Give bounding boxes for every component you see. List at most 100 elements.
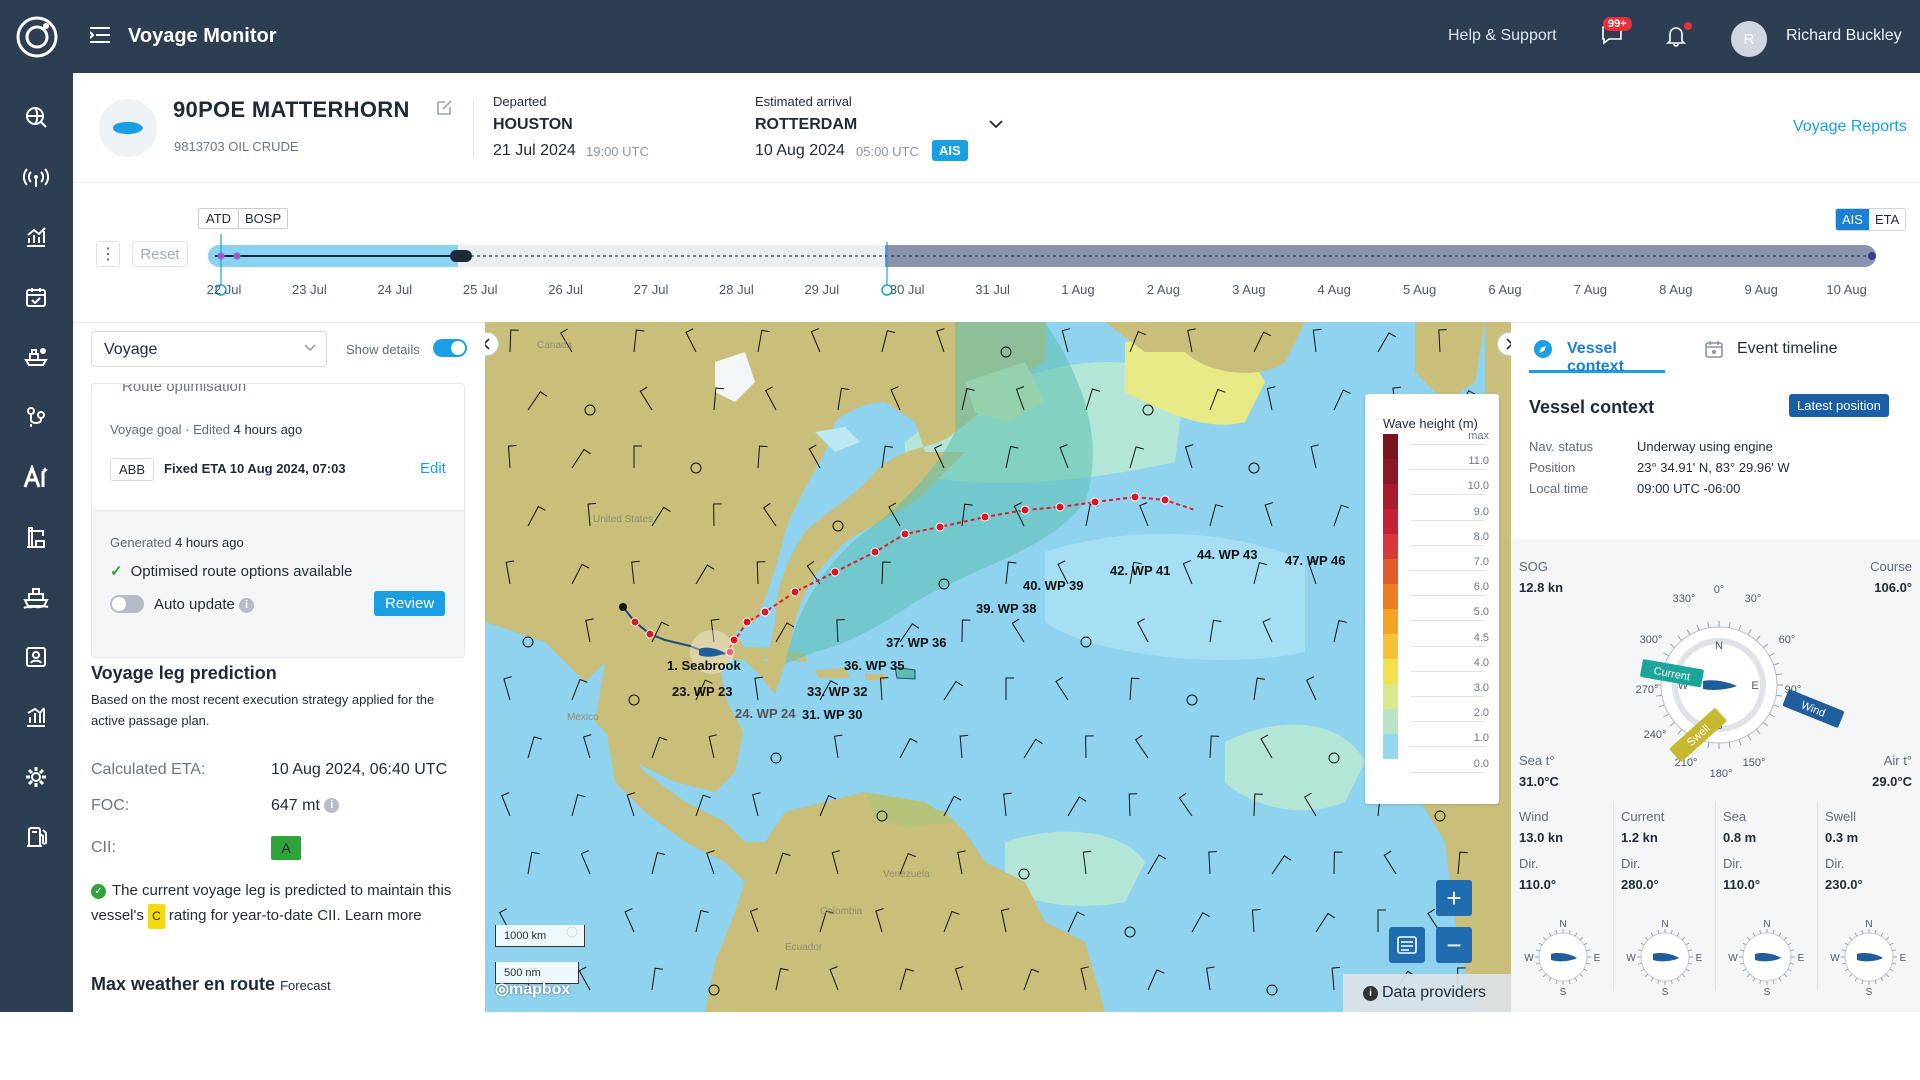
mini-compass: N E S W [1524, 919, 1600, 995]
menu-collapse-icon[interactable] [90, 26, 112, 44]
review-button[interactable]: Review [374, 591, 446, 616]
mini-compass-letter: E [1696, 953, 1703, 964]
wave-height-legend: Wave height (m) max 11.0 10.0 9.0 8.0 7.0 6.0 5… [1365, 394, 1499, 804]
mapbox-text: mapbox [508, 981, 571, 998]
voyage-reports-link[interactable]: Voyage Reports [1793, 118, 1907, 136]
globe-search-icon[interactable] [22, 103, 50, 131]
compass-icon [1534, 340, 1552, 358]
learn-more-link[interactable]: Learn more [345, 907, 422, 924]
voyage-goal-meta: Voyage goal · Edited 4 hours ago [110, 422, 302, 437]
prediction-text-b: rating for year-to-date CII. [168, 907, 341, 924]
compass-tick [1707, 621, 1710, 628]
app-logo[interactable] [0, 0, 73, 73]
condition-dir-label: Dir. [1519, 856, 1539, 871]
info-icon[interactable]: i [239, 597, 255, 613]
waypoint-label[interactable]: 31. WP 30 [802, 707, 862, 722]
legend-swatch [1383, 459, 1398, 484]
waypoint-label[interactable]: 44. WP 43 [1197, 547, 1257, 562]
calendar-check-icon[interactable] [22, 283, 50, 311]
data-providers-button[interactable]: i Data providers [1343, 974, 1511, 1012]
timeline-tick: 26 Jul [548, 282, 583, 297]
waypoint-label[interactable]: 47. WP 46 [1285, 553, 1345, 568]
vessel-imo-type: 9813703 OIL CRUDE [174, 139, 299, 154]
tab-vessel-context[interactable]: Vessel context [1529, 323, 1665, 375]
condition-label: Swell [1825, 809, 1857, 824]
vessel-avatar [99, 99, 157, 157]
ai-icon[interactable] [22, 463, 50, 491]
legend-swatch [1383, 509, 1398, 534]
mini-compass-letter: W [1626, 953, 1636, 964]
waypoint-label[interactable]: 40. WP 39 [1023, 578, 1083, 593]
legend-label: 4.0 [1473, 656, 1489, 669]
compass-deg-270: 270° [1636, 684, 1659, 696]
mapbox-attribution[interactable]: ◎mapbox [495, 979, 570, 999]
compass-tick [1663, 713, 1670, 718]
bell-icon[interactable] [1666, 25, 1686, 47]
layers-icon [1397, 936, 1417, 954]
bar-chart-icon[interactable] [22, 703, 50, 731]
waypoint-label[interactable]: 33. WP 32 [807, 684, 867, 699]
settings-icon[interactable] [22, 763, 50, 791]
broadcast-icon[interactable] [22, 163, 50, 191]
chevron-down-icon[interactable] [989, 119, 1003, 129]
position-value: 23° 34.91' N, 83° 29.96' W [1637, 460, 1790, 475]
logo-icon [16, 16, 57, 57]
latest-position-button[interactable]: Latest position [1789, 394, 1889, 417]
info-icon[interactable]: i [324, 798, 340, 814]
user-name[interactable]: Richard Buckley [1786, 27, 1902, 45]
fuel-icon[interactable] [22, 823, 50, 851]
ship-icon[interactable] [22, 583, 50, 611]
column-divider [1613, 801, 1614, 991]
analytics-icon[interactable] [22, 223, 50, 251]
legend-gridline [1410, 595, 1485, 597]
compass-tick [1773, 662, 1780, 666]
map-canvas[interactable] [485, 322, 1511, 1012]
legend-swatch [1383, 584, 1398, 609]
legend-swatch [1383, 684, 1398, 709]
waypoint-label[interactable]: 37. WP 36 [886, 635, 946, 650]
view-select-value: Voyage [104, 341, 158, 358]
contact-card-icon[interactable] [22, 643, 50, 671]
side-nav [0, 73, 73, 1012]
view-select[interactable]: Voyage [91, 331, 327, 367]
compass-tick [1763, 643, 1769, 649]
edit-icon[interactable] [435, 99, 453, 117]
waypoint-label[interactable]: 42. WP 41 [1110, 563, 1170, 578]
zoom-in-button[interactable]: + [1436, 880, 1472, 916]
auto-update-toggle[interactable] [110, 595, 144, 613]
waypoint-label[interactable]: 1. Seabrook [667, 658, 741, 673]
column-divider [1715, 801, 1716, 991]
zoom-out-button[interactable]: − [1436, 927, 1472, 963]
chat-count-badge: 99+ [1603, 17, 1632, 31]
chevron-left-icon [485, 338, 490, 350]
edit-goal-link[interactable]: Edit [420, 460, 446, 477]
timeline-tick: 10 Aug [1826, 282, 1867, 297]
avatar[interactable]: R [1731, 21, 1767, 57]
show-details-toggle[interactable] [433, 339, 467, 357]
waypoint-label[interactable]: 24. WP 24 [735, 706, 795, 721]
compass-tick [1677, 635, 1683, 641]
ship-weather-icon[interactable] [22, 343, 50, 371]
help-support-link[interactable]: Help & Support [1448, 27, 1557, 45]
compass-tick [1738, 624, 1742, 631]
compass-tick [1707, 742, 1710, 749]
arrival-source-chip: AIS [932, 140, 968, 161]
course-value: 106.0° [1874, 580, 1912, 595]
waypoint-label[interactable]: 23. WP 23 [672, 684, 732, 699]
timeline-tick: 27 Jul [633, 282, 669, 297]
waypoint-label[interactable]: 36. WP 35 [844, 658, 904, 673]
voyage-timeline: ⋮ Reset ATD BOSP AIS ETA 22 Jul 23 Jul 24 … [73, 184, 1920, 322]
legend-label: 3.0 [1473, 682, 1489, 694]
waypoint-label[interactable]: 39. WP 38 [976, 601, 1036, 616]
timeline-tick: 8 Aug [1659, 282, 1693, 297]
departed-date: 21 Jul 2024 [493, 142, 576, 159]
tab-event-timeline[interactable]: Event timeline [1737, 340, 1838, 358]
mapbox-logo-icon: ◎ [495, 981, 509, 998]
map-layers-button[interactable] [1389, 927, 1425, 963]
route-pin-icon[interactable] [22, 403, 50, 431]
legend-label: 11.0 [1468, 455, 1489, 468]
route-optimisation-card: Route optimisation Voyage goal · Edited … [91, 383, 465, 658]
crane-icon[interactable] [22, 523, 50, 551]
route-map[interactable]: Canada United States Mexico Venezuela Co… [485, 322, 1511, 1012]
mini-compass-letter: E [1900, 953, 1907, 964]
